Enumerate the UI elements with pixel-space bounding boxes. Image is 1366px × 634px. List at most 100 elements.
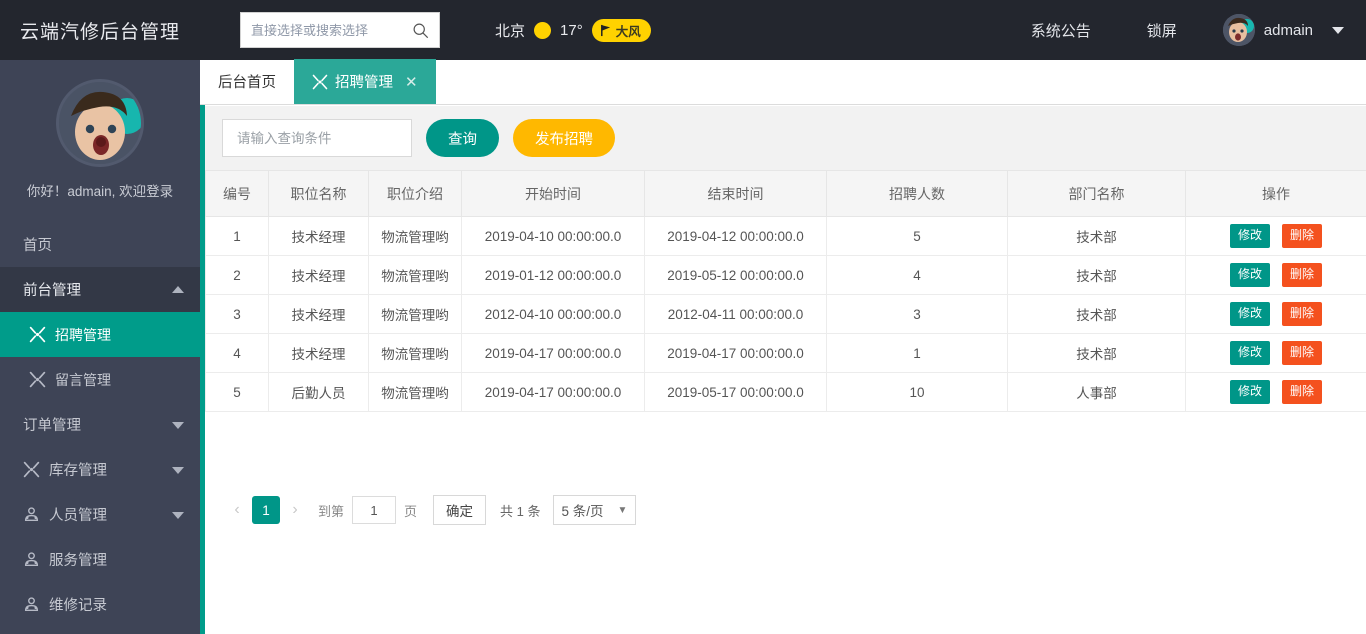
cell-count: 5 xyxy=(826,216,1008,256)
cell-start: 2019-04-10 00:00:00.0 xyxy=(461,216,645,256)
edit-button[interactable]: 修改 xyxy=(1229,380,1270,404)
chevron-down-icon: ▼ xyxy=(617,504,628,516)
goto-prefix-label: 到第 xyxy=(318,503,345,519)
username-label: admain xyxy=(1263,21,1313,39)
sun-icon xyxy=(534,21,552,39)
query-condition-input[interactable] xyxy=(222,119,412,157)
sidebar-item-frontdesk[interactable]: 前台管理 xyxy=(0,267,200,312)
search-toolbar: 查询 发布招聘 xyxy=(205,106,1366,170)
chevron-down-icon[interactable] xyxy=(1332,26,1344,34)
search-icon[interactable] xyxy=(412,22,429,39)
table-row[interactable]: 2 技术经理 物流管理哟 2019-01-12 00:00:00.0 2019-… xyxy=(205,255,1366,295)
tab-dashboard[interactable]: 后台首页 xyxy=(200,59,294,104)
sidebar-item-label: 留言管理 xyxy=(55,371,111,388)
people-icon xyxy=(24,507,39,522)
sidebar-item-service[interactable]: 服务管理 xyxy=(0,537,200,582)
cell-intro: 物流管理哟 xyxy=(368,372,462,412)
table-row[interactable]: 3 技术经理 物流管理哟 2012-04-10 00:00:00.0 2012-… xyxy=(205,294,1366,334)
header-link-lockscreen[interactable]: 锁屏 xyxy=(1119,20,1205,41)
delete-button[interactable]: 删除 xyxy=(1282,302,1323,326)
edit-button[interactable]: 修改 xyxy=(1229,263,1270,287)
header-link-announcement[interactable]: 系统公告 xyxy=(1003,20,1119,41)
delete-button[interactable]: 删除 xyxy=(1282,380,1323,404)
edit-button[interactable]: 修改 xyxy=(1229,341,1270,365)
table-body: 1 技术经理 物流管理哟 2019-04-10 00:00:00.0 2019-… xyxy=(205,216,1366,412)
chevron-down-icon[interactable] xyxy=(172,421,184,429)
people-icon xyxy=(24,552,39,567)
sidebar-item-inventory[interactable]: 库存管理 xyxy=(0,447,200,492)
tab-label: 招聘管理 xyxy=(335,75,393,91)
cell-actions: 修改 删除 xyxy=(1185,294,1366,334)
cell-end: 2019-05-12 00:00:00.0 xyxy=(644,255,827,295)
goto-suffix-label: 页 xyxy=(404,503,418,519)
tools-icon xyxy=(312,74,328,89)
sidebar-item-messages[interactable]: 留言管理 xyxy=(0,357,200,402)
table-row[interactable]: 1 技术经理 物流管理哟 2019-04-10 00:00:00.0 2019-… xyxy=(205,216,1366,256)
cell-id: 2 xyxy=(205,255,269,295)
total-count-label: 共 1 条 xyxy=(500,503,541,519)
search-input[interactable] xyxy=(251,14,411,46)
top-header: 云端汽修后台管理 北京 17° 大风 系统公告 锁屏 xyxy=(0,0,1366,60)
chevron-down-icon[interactable] xyxy=(172,466,184,474)
prev-page-button[interactable]: ‹ xyxy=(222,501,252,519)
page-number-1[interactable]: 1 xyxy=(252,496,280,524)
tab-recruitment[interactable]: 招聘管理 ✕ xyxy=(294,59,436,104)
edit-button[interactable]: 修改 xyxy=(1229,302,1270,326)
tab-label: 后台首页 xyxy=(218,75,276,91)
confirm-page-button[interactable]: 确定 xyxy=(433,495,487,525)
chevron-down-icon[interactable] xyxy=(172,511,184,519)
cell-actions: 修改 删除 xyxy=(1185,216,1366,256)
cell-id: 4 xyxy=(205,333,269,373)
weather-city: 北京 xyxy=(495,22,526,40)
sidebar-item-orders[interactable]: 订单管理 xyxy=(0,402,200,447)
goto-page-input[interactable] xyxy=(352,496,397,524)
sidebar-item-label: 库存管理 xyxy=(49,463,107,479)
table-head: 编号 职位名称 职位介绍 开始时间 结束时间 招聘人数 部门名称 操作 xyxy=(205,170,1366,217)
chevron-up-icon[interactable] xyxy=(172,285,184,293)
next-page-button[interactable]: › xyxy=(280,501,310,519)
col-header-intro: 职位介绍 xyxy=(368,170,462,217)
cell-count: 10 xyxy=(826,372,1008,412)
sidebar-item-recruitment[interactable]: 招聘管理 xyxy=(0,312,200,357)
close-icon[interactable]: ✕ xyxy=(405,73,418,91)
table-row[interactable]: 5 后勤人员 物流管理哟 2019-04-17 00:00:00.0 2019-… xyxy=(205,372,1366,412)
weather-temp: 17° xyxy=(560,21,583,39)
cell-end: 2019-04-17 00:00:00.0 xyxy=(644,333,827,373)
cell-intro: 物流管理哟 xyxy=(368,216,462,256)
tools-icon xyxy=(29,371,46,388)
sidebar-profile: 你好！admain, 欢迎登录 xyxy=(0,60,200,200)
cell-dept: 技术部 xyxy=(1007,255,1186,295)
content-area: 后台首页 招聘管理 ✕ 查询 发布招聘 编号 职位名称 xyxy=(200,59,1366,634)
col-header-start: 开始时间 xyxy=(461,170,645,217)
edit-button[interactable]: 修改 xyxy=(1229,224,1270,248)
sidebar-item-personnel[interactable]: 人员管理 xyxy=(0,492,200,537)
delete-button[interactable]: 删除 xyxy=(1282,341,1323,365)
cell-title: 技术经理 xyxy=(268,294,369,334)
header-search[interactable] xyxy=(240,12,440,48)
user-menu[interactable]: admain xyxy=(1205,14,1344,46)
page-size-label: 5 条/页 xyxy=(561,504,604,519)
sidebar-item-repair-records[interactable]: 维修记录 xyxy=(0,582,200,627)
profile-avatar xyxy=(56,79,144,167)
cell-intro: 物流管理哟 xyxy=(368,333,462,373)
wind-badge: 大风 xyxy=(591,18,651,42)
publish-recruitment-button[interactable]: 发布招聘 xyxy=(513,119,615,157)
cell-intro: 物流管理哟 xyxy=(368,294,462,334)
cell-title: 后勤人员 xyxy=(268,372,369,412)
query-button[interactable]: 查询 xyxy=(426,119,499,157)
app-root: 云端汽修后台管理 北京 17° 大风 系统公告 锁屏 xyxy=(0,0,1366,634)
sidebar-item-label: 服务管理 xyxy=(49,553,107,569)
delete-button[interactable]: 删除 xyxy=(1282,263,1323,287)
sidebar-item-home[interactable]: 首页 xyxy=(0,222,200,267)
col-header-title: 职位名称 xyxy=(268,170,369,217)
cell-title: 技术经理 xyxy=(268,255,369,295)
delete-button[interactable]: 删除 xyxy=(1282,224,1323,248)
table-row[interactable]: 4 技术经理 物流管理哟 2019-04-17 00:00:00.0 2019-… xyxy=(205,333,1366,373)
cell-end: 2019-05-17 00:00:00.0 xyxy=(644,372,827,412)
cell-intro: 物流管理哟 xyxy=(368,255,462,295)
recruitment-table: 编号 职位名称 职位介绍 开始时间 结束时间 招聘人数 部门名称 操作 1 技术… xyxy=(205,170,1366,412)
flag-icon xyxy=(600,24,610,36)
cell-id: 3 xyxy=(205,294,269,334)
page-size-select[interactable]: 5 条/页 ▼ xyxy=(552,495,637,525)
cell-count: 4 xyxy=(826,255,1008,295)
